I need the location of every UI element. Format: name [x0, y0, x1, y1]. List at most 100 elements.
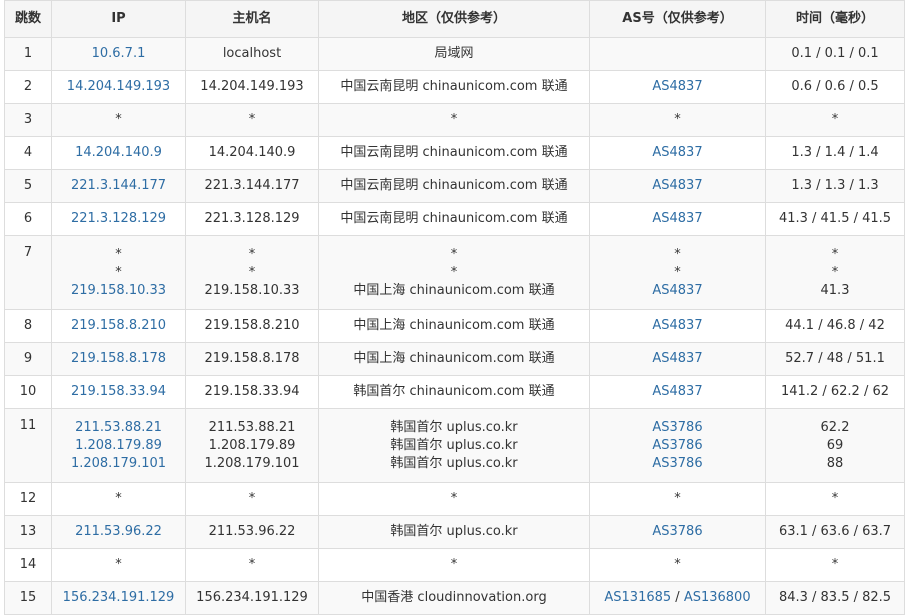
asn-link[interactable]: AS3786 — [652, 456, 702, 471]
asn-link[interactable]: AS4837 — [652, 384, 702, 399]
hop-cell: 8 — [4, 309, 52, 343]
time-cell: 63.1 / 63.6 / 63.7 — [765, 515, 905, 549]
ip-cell: 221.3.144.177 — [51, 169, 186, 203]
host-line: * — [188, 556, 316, 574]
time-line: 1.3 / 1.4 / 1.4 — [768, 144, 902, 162]
ip-line: 219.158.10.33 — [54, 282, 183, 300]
ip-link[interactable]: 219.158.8.178 — [71, 351, 166, 366]
as-line: AS4837 — [592, 317, 763, 335]
asn-link[interactable]: AS4837 — [652, 178, 702, 193]
ip-link[interactable]: 219.158.8.210 — [71, 318, 166, 333]
as-line: * — [592, 490, 763, 508]
ip-link[interactable]: 211.53.88.21 — [75, 420, 162, 435]
region-line: 韩国首尔 chinaunicom.com 联通 — [321, 383, 587, 401]
time-cell: 0.1 / 0.1 / 0.1 — [765, 37, 905, 71]
ip-link[interactable]: 219.158.10.33 — [71, 283, 166, 298]
time-line: * — [768, 490, 902, 508]
host-text: 156.234.191.129 — [196, 590, 308, 605]
host-text: 219.158.10.33 — [204, 282, 300, 298]
ip-link[interactable]: 221.3.128.129 — [71, 211, 166, 226]
time-line: 41.3 — [768, 282, 902, 300]
asn-cell: * — [589, 482, 766, 516]
ip-link[interactable]: 14.204.140.9 — [75, 145, 162, 160]
time-text: 84.3 / 83.5 / 82.5 — [778, 590, 892, 605]
asn-link[interactable]: AS3786 — [652, 438, 702, 453]
as-text: * — [674, 246, 681, 262]
host-line: 219.158.8.178 — [188, 350, 316, 368]
region-line: 中国云南昆明 chinaunicom.com 联通 — [321, 177, 587, 195]
host-line: 221.3.144.177 — [188, 177, 316, 195]
time-text: * — [831, 264, 839, 280]
as-line: AS3786 — [592, 523, 763, 541]
ip-link[interactable]: 14.204.149.193 — [67, 79, 170, 94]
as-line: * — [592, 556, 763, 574]
ip-line: * — [54, 490, 183, 508]
as-line: * — [592, 264, 763, 282]
asn-link[interactable]: AS3786 — [652, 420, 702, 435]
time-cell: * — [765, 103, 905, 137]
asn-link[interactable]: AS3786 — [652, 524, 702, 539]
asn-link[interactable]: AS4837 — [652, 145, 702, 160]
table-row: 2 14.204.149.193 14.204.149.193 中国云南昆明 chin… — [4, 70, 905, 104]
ip-link[interactable]: 211.53.96.22 — [75, 524, 162, 539]
hop-cell: 1 — [4, 37, 52, 71]
asn-link[interactable]: AS136800 — [684, 590, 751, 605]
host-text: 219.158.33.94 — [204, 384, 300, 399]
ip-cell: 211.53.88.21 1.208.179.89 1.208.179.101 — [51, 408, 186, 483]
asn-cell: AS4837 — [589, 169, 766, 203]
ip-cell: 211.53.96.22 — [51, 515, 186, 549]
host-text: 211.53.96.22 — [208, 524, 296, 539]
ip-link[interactable]: 1.208.179.101 — [71, 456, 166, 471]
as-line: AS3786 — [592, 455, 763, 473]
asn-link[interactable]: AS131685 — [604, 590, 671, 605]
time-cell: 52.7 / 48 / 51.1 — [765, 342, 905, 376]
ip-line: 1.208.179.101 — [54, 455, 183, 473]
as-line: AS4837 — [592, 210, 763, 228]
ip-line: 211.53.96.22 — [54, 523, 183, 541]
ip-line: 211.53.88.21 — [54, 419, 183, 437]
asn-cell: AS3786 — [589, 515, 766, 549]
table-row: 10 219.158.33.94 219.158.33.94 韩国首尔 chinaun… — [4, 375, 905, 409]
ip-column-header: IP — [51, 0, 186, 38]
ip-line: 221.3.144.177 — [54, 177, 183, 195]
host-text: 14.204.149.193 — [200, 79, 304, 94]
region-text: 中国上海 chinaunicom.com 联通 — [353, 351, 555, 366]
time-cell: * * 41.3 — [765, 235, 905, 310]
ip-line: 219.158.8.178 — [54, 350, 183, 368]
region-line: 中国上海 chinaunicom.com 联通 — [321, 317, 587, 335]
time-line: 63.1 / 63.6 / 63.7 — [768, 523, 902, 541]
time-line: * — [768, 246, 902, 264]
ip-link[interactable]: 156.234.191.129 — [63, 590, 175, 605]
asn-link[interactable]: AS4837 — [652, 283, 702, 298]
time-text: * — [831, 246, 839, 262]
region-text: 中国云南昆明 chinaunicom.com 联通 — [340, 211, 568, 226]
region-text: 中国香港 cloudinnovation.org — [361, 590, 547, 605]
asn-link[interactable]: AS4837 — [652, 211, 702, 226]
hostname-cell: 14.204.140.9 — [185, 136, 319, 170]
ip-cell: 219.158.8.178 — [51, 342, 186, 376]
region-text: 韩国首尔 uplus.co.kr — [390, 437, 518, 453]
table-row: 14 * * * * * — [4, 548, 905, 582]
host-line: 1.208.179.101 — [188, 455, 316, 473]
asn-link[interactable]: AS4837 — [652, 318, 702, 333]
ip-cell: 156.234.191.129 — [51, 581, 186, 615]
ip-link[interactable]: 1.208.179.89 — [75, 438, 162, 453]
time-cell: 44.1 / 46.8 / 42 — [765, 309, 905, 343]
time-text: 52.7 / 48 / 51.1 — [785, 351, 885, 366]
region-text: 韩国首尔 uplus.co.kr — [390, 524, 518, 539]
region-text: * — [450, 112, 458, 127]
asn-link[interactable]: AS4837 — [652, 79, 702, 94]
ip-link[interactable]: 10.6.7.1 — [92, 46, 146, 61]
table-row: 13 211.53.96.22 211.53.96.22 韩国首尔 uplus.co.… — [4, 515, 905, 549]
hop-cell: 14 — [4, 548, 52, 582]
time-text: 88 — [826, 455, 844, 471]
ip-link[interactable]: 221.3.144.177 — [71, 178, 166, 193]
region-line: 中国上海 chinaunicom.com 联通 — [321, 282, 587, 300]
ip-cell: * * 219.158.10.33 — [51, 235, 186, 310]
time-line: * — [768, 556, 902, 574]
table-row: 11 211.53.88.21 1.208.179.89 1.208.179.101 2… — [4, 408, 905, 483]
ip-line: 10.6.7.1 — [54, 45, 183, 63]
as-line: AS3786 — [592, 437, 763, 455]
ip-link[interactable]: 219.158.33.94 — [71, 384, 166, 399]
asn-link[interactable]: AS4837 — [652, 351, 702, 366]
